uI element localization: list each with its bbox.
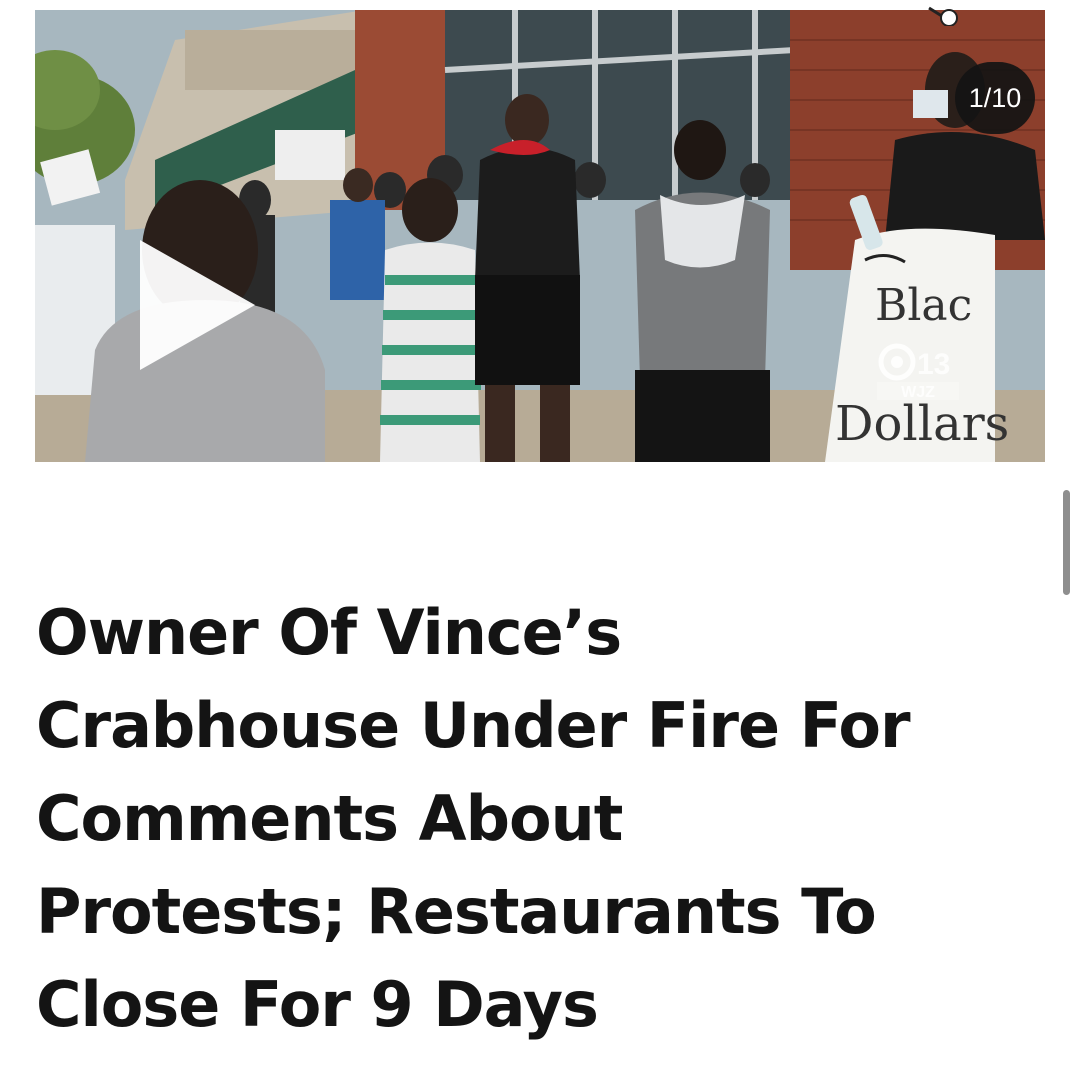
video-thumbnail[interactable]: Blac Dollars 13 WJZ 1/10 [35, 10, 1045, 462]
slide-counter-badge: 1/10 [955, 62, 1035, 134]
headline-line: Close For 9 Days [36, 968, 599, 1041]
post-page: Blac Dollars 13 WJZ 1/10 Owner Of Vince’… [0, 0, 1080, 1080]
channel-number: 13 [917, 348, 950, 381]
carousel-dot-icon [928, 6, 958, 26]
scrollbar-thumb[interactable] [1063, 490, 1070, 595]
headline-line: Crabhouse Under Fire For [36, 689, 911, 762]
channel-call-sign: WJZ [901, 384, 935, 401]
wjz-channel-logo: 13 WJZ [877, 343, 959, 401]
headline-line: Comments About [36, 782, 623, 855]
play-icon[interactable] [120, 230, 270, 380]
sign-text-black: Blac [875, 280, 972, 331]
article-headline[interactable]: Owner Of Vince’s Crabhouse Under Fire Fo… [36, 586, 1046, 1051]
headline-line: Protests; Restaurants To [36, 875, 877, 948]
headline-line: Owner Of Vince’s [36, 596, 622, 669]
sign-text-dollars: Dollars [835, 396, 1009, 452]
